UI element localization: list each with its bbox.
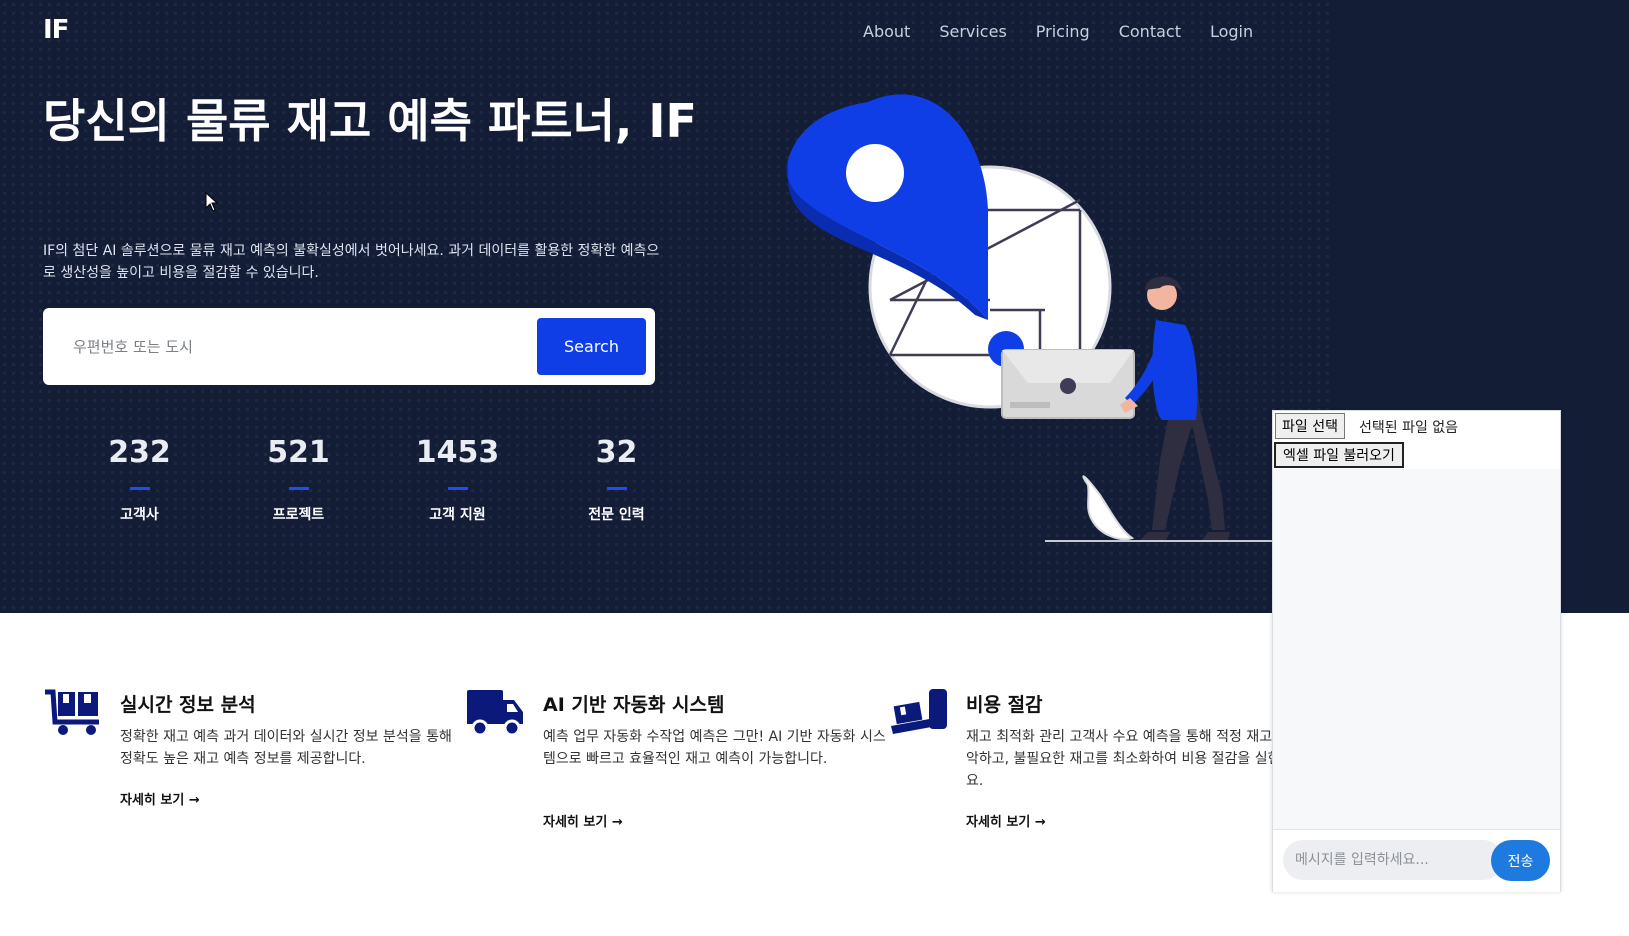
logo[interactable]: IF <box>43 15 69 45</box>
search-input[interactable] <box>71 332 515 362</box>
features-section: 실시간 정보 분석 정확한 재고 예측 과거 데이터와 실시간 정보 분석을 통… <box>0 613 1280 936</box>
stat-divider <box>288 487 309 490</box>
stat-value: 1453 <box>415 435 500 470</box>
feature-title: 실시간 정보 분석 <box>120 694 256 716</box>
stat-value: 32 <box>595 435 638 470</box>
feature-title: AI 기반 자동화 시스템 <box>543 694 725 716</box>
hero-subtext: IF의 첨단 AI 솔루션으로 물류 재고 예측의 불확실성에서 벗어나세요. … <box>43 243 660 281</box>
cart-icon <box>45 689 99 735</box>
feature-title: 비용 절감 <box>966 694 1043 716</box>
nav-about[interactable]: About <box>863 22 910 41</box>
stats-row: 232 고객사 521 프로젝트 1453 고객 지원 32 전문 인력 <box>60 435 696 524</box>
stat-value: 232 <box>108 435 171 470</box>
feature-more-link[interactable]: 자세히 보기 → <box>543 811 623 830</box>
top-nav: About Services Pricing Contact Login <box>863 22 1253 41</box>
delivery-illustration <box>786 94 1280 542</box>
stat-item: 232 고객사 <box>60 435 219 524</box>
nav-pricing[interactable]: Pricing <box>1036 22 1090 41</box>
feature-description: 정확한 재고 예측 과거 데이터와 실시간 정보 분석을 통해 정확도 높은 재… <box>120 729 452 767</box>
feature-more-link[interactable]: 자세히 보기 → <box>966 811 1046 830</box>
stat-label: 프로젝트 <box>272 507 325 523</box>
hand-truck-icon <box>891 689 947 734</box>
stat-divider <box>606 487 627 490</box>
feature-description: 예측 업무 자동화 수작업 예측은 그만! AI 기반 자동화 시스템으로 빠르… <box>543 729 886 767</box>
search-button[interactable]: Search <box>537 318 646 375</box>
nav-login[interactable]: Login <box>1210 22 1253 41</box>
stat-divider <box>129 487 150 490</box>
stat-divider <box>447 487 468 490</box>
stat-item: 1453 고객 지원 <box>378 435 537 524</box>
file-status-text: 선택된 파일 없음 <box>1359 420 1459 436</box>
mouse-cursor-icon <box>205 192 219 212</box>
nav-services[interactable]: Services <box>939 22 1006 41</box>
message-input[interactable] <box>1283 840 1503 880</box>
chat-input-bar: 전송 <box>1273 829 1560 892</box>
stat-label: 전문 인력 <box>588 507 645 523</box>
chat-widget: 파일 선택 선택된 파일 없음 엑셀 파일 불러오기 전송 <box>1272 410 1561 892</box>
hero-headline: 당신의 물류 재고 예측 파트너, IF <box>43 94 697 148</box>
stat-item: 32 전문 인력 <box>537 435 696 524</box>
feature-description: 재고 최적화 관리 고객사 수요 예측을 통해 적정 재고를 파악하고, 불필요… <box>966 729 1280 789</box>
stat-item: 521 프로젝트 <box>219 435 378 524</box>
feature-more-link[interactable]: 자세히 보기 → <box>120 789 200 808</box>
load-excel-button[interactable]: 엑셀 파일 불러오기 <box>1274 442 1404 468</box>
send-button[interactable]: 전송 <box>1491 840 1550 881</box>
truck-icon <box>467 690 523 737</box>
search-box: Search <box>43 308 655 385</box>
nav-contact[interactable]: Contact <box>1119 22 1181 41</box>
stat-label: 고객 지원 <box>429 507 486 523</box>
stat-label: 고객사 <box>120 507 159 523</box>
file-upload-bar: 파일 선택 선택된 파일 없음 엑셀 파일 불러오기 <box>1273 411 1560 469</box>
file-select-button[interactable]: 파일 선택 <box>1275 413 1345 439</box>
stat-value: 521 <box>267 435 330 470</box>
